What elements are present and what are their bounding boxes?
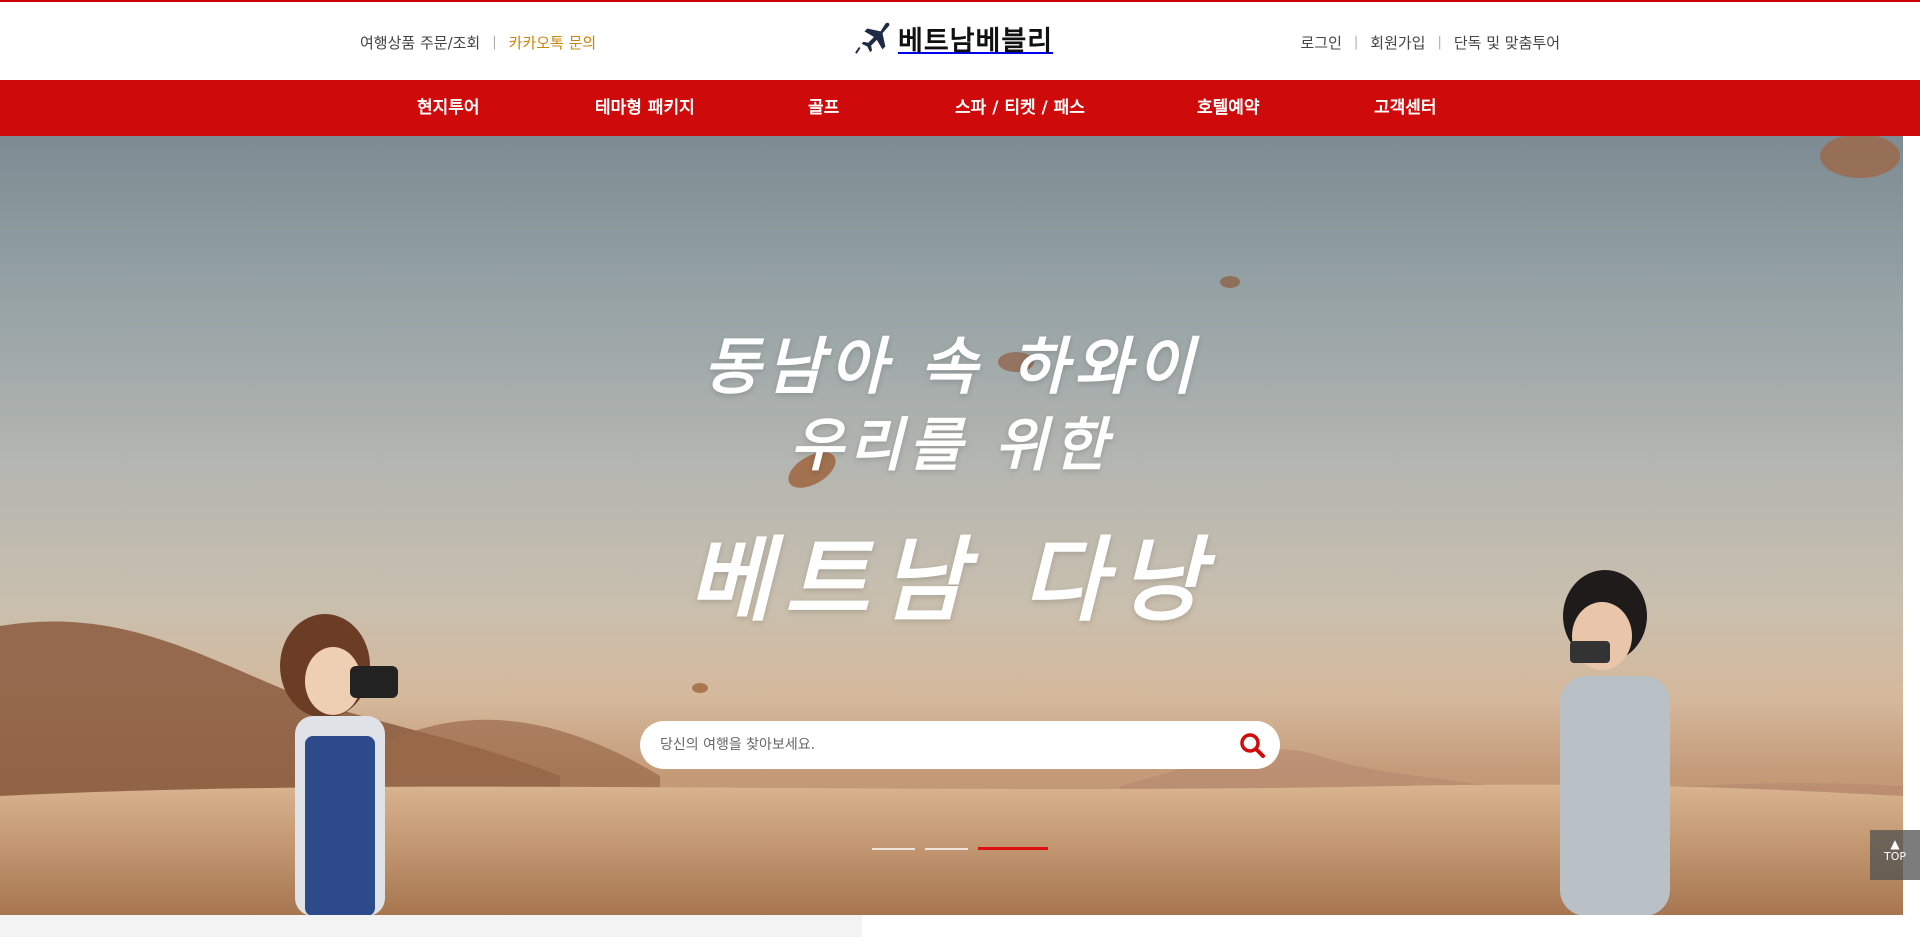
nav-item-customer-center[interactable]: 고객센터 — [1374, 80, 1437, 136]
nav-item-spa-ticket-pass[interactable]: 스파 / 티켓 / 패스 — [955, 80, 1085, 136]
site-header: 여행상품 주문/조회 | 카카오톡 문의 베트남베블리 로그인 | 회원가입 |… — [0, 2, 1920, 80]
search-icon[interactable] — [1238, 731, 1266, 759]
nav-item-local-tour[interactable]: 현지투어 — [417, 80, 480, 136]
hero-headline-line3: 베트남 다낭 — [687, 526, 1216, 634]
slide-indicator-3-active[interactable] — [978, 847, 1048, 850]
hero-headline-line1: 동남아 속 하와이 — [703, 330, 1200, 403]
logo-text: 베트남베블리 — [898, 25, 1054, 57]
nav-item-golf[interactable]: 골프 — [808, 80, 839, 136]
utility-links-right: 로그인 | 회원가입 | 단독 및 맞춤투어 — [1300, 32, 1560, 53]
arrow-up-icon: ▲ — [1890, 837, 1900, 851]
kakao-inquiry-link[interactable]: 카카오톡 문의 — [509, 32, 597, 53]
nav-item-theme-package[interactable]: 테마형 패키지 — [595, 80, 695, 136]
hero-banner: 동남아 속 하와이 우리를 위한 베트남 다낭 — [0, 136, 1903, 915]
nav-list: 현지투어 테마형 패키지 골프 스파 / 티켓 / 패스 호텔예약 고객센터 — [360, 80, 1560, 136]
slide-indicator-1[interactable] — [872, 847, 915, 850]
slide-indicator-2[interactable] — [925, 847, 968, 850]
scroll-to-top-button[interactable]: ▲ TOP — [1870, 830, 1920, 880]
hero-headline-line2: 우리를 위한 — [790, 411, 1113, 479]
search-input[interactable] — [660, 721, 1220, 769]
hero-search-box — [640, 721, 1280, 769]
top-button-label: TOP — [1883, 850, 1906, 863]
divider: | — [1437, 35, 1442, 50]
site-logo[interactable]: 베트남베블리 — [854, 18, 1053, 58]
divider: | — [1353, 35, 1359, 50]
slide-indicators — [872, 847, 1058, 850]
content-section-left-edge — [0, 915, 862, 937]
utility-links-left: 여행상품 주문/조회 | 카카오톡 문의 — [360, 32, 596, 53]
order-lookup-link[interactable]: 여행상품 주문/조회 — [360, 32, 480, 53]
login-link[interactable]: 로그인 — [1300, 32, 1341, 53]
airplane-icon — [855, 22, 890, 54]
custom-tour-link[interactable]: 단독 및 맞춤투어 — [1454, 32, 1560, 53]
main-nav: 현지투어 테마형 패키지 골프 스파 / 티켓 / 패스 호텔예약 고객센터 — [0, 80, 1920, 136]
woman-photographer-figure — [255, 606, 435, 915]
signup-link[interactable]: 회원가입 — [1370, 32, 1425, 53]
content-section-right-edge — [862, 915, 1920, 937]
divider: | — [492, 35, 497, 50]
page-scrollbar[interactable] — [1903, 136, 1920, 915]
nav-item-hotel-booking[interactable]: 호텔예약 — [1197, 80, 1260, 136]
